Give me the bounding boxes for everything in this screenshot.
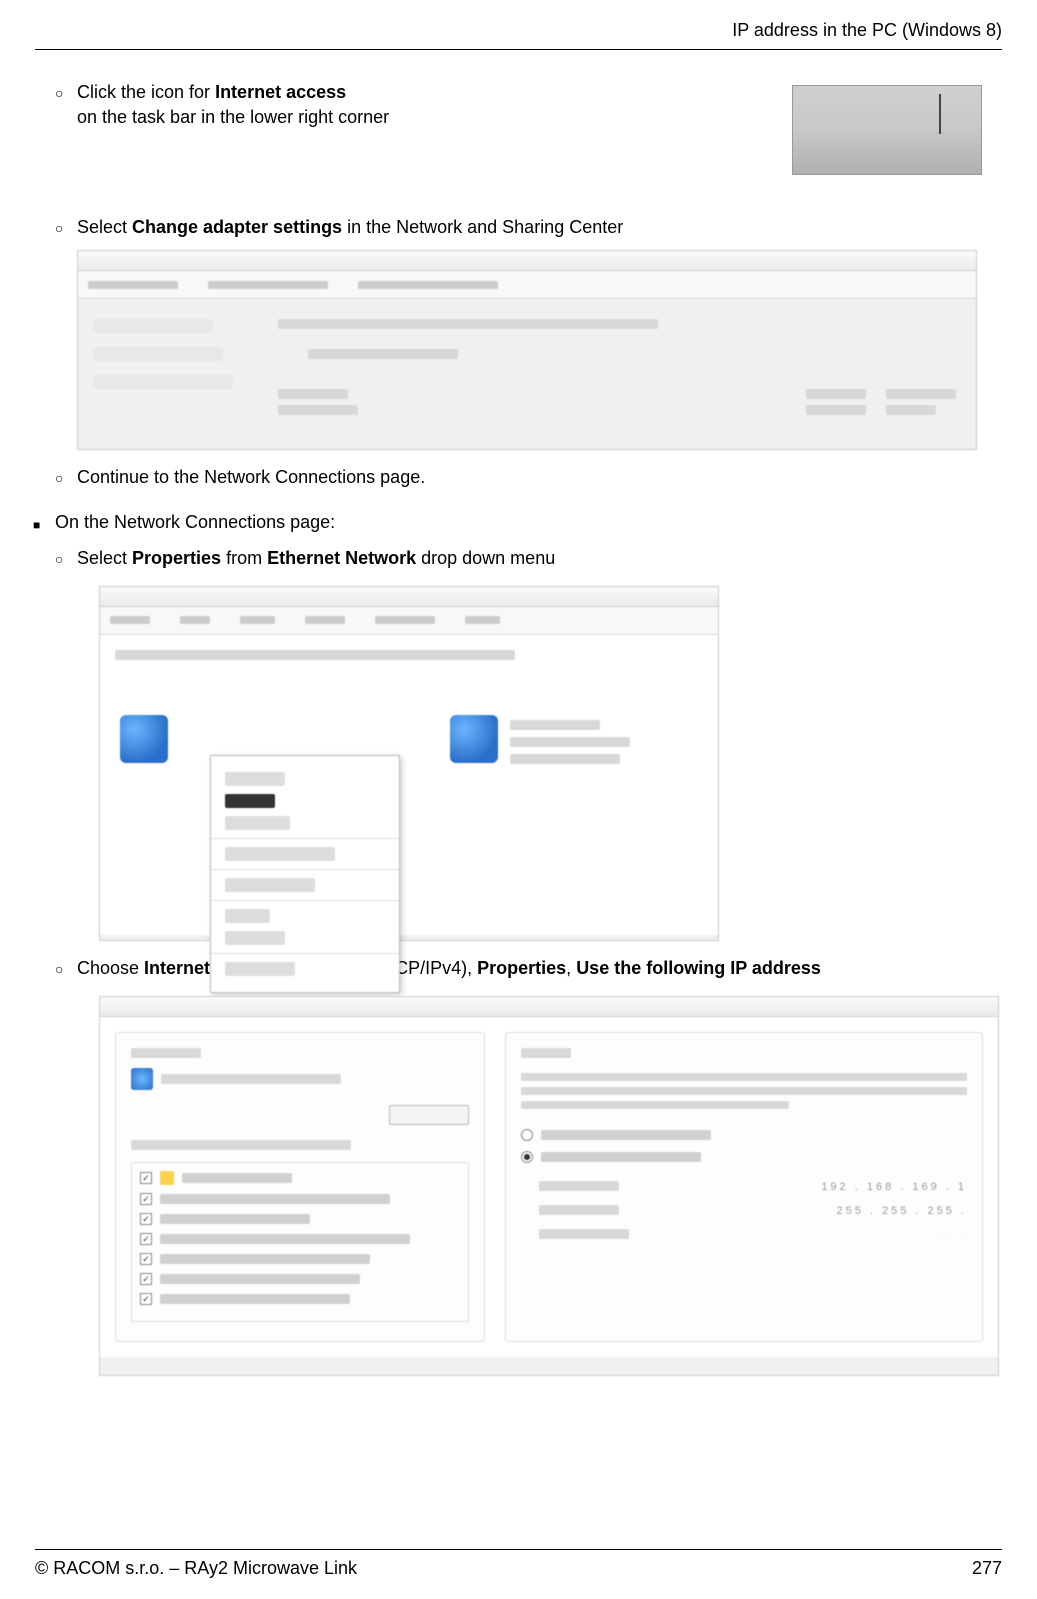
step-text: On the Network Connections page:: [55, 510, 982, 535]
network-sharing-screenshot: [77, 250, 977, 450]
step-text: Select Change adapter settings in the Ne…: [77, 215, 982, 240]
properties-dialog-screenshot: ✓ ✓ ✓ ✓ ✓ ✓ ✓: [99, 996, 999, 1376]
step-text: Select Properties from Ethernet Network …: [77, 546, 982, 571]
bullet-icon: [55, 465, 77, 488]
bullet-square-icon: [33, 510, 55, 534]
step-text: Continue to the Network Connections page…: [77, 465, 982, 490]
network-connections-screenshot: [99, 586, 719, 941]
page-header: IP address in the PC (Windows 8): [35, 20, 1002, 50]
bullet-icon: [55, 956, 77, 979]
bullet-icon: [55, 546, 77, 569]
page-content: Click the icon for Internet access on th…: [35, 80, 1002, 1376]
footer-page-number: 277: [972, 1558, 1002, 1579]
bullet-icon: [55, 215, 77, 238]
header-title: IP address in the PC (Windows 8): [732, 20, 1002, 40]
taskbar-screenshot: [792, 85, 982, 175]
step-text: Click the icon for Internet access on th…: [77, 80, 792, 130]
context-menu: [210, 755, 400, 993]
bullet-icon: [55, 80, 77, 103]
page-footer: © RACOM s.r.o. – RAy2 Microwave Link 277: [35, 1549, 1002, 1579]
footer-copyright: © RACOM s.r.o. – RAy2 Microwave Link: [35, 1558, 357, 1579]
